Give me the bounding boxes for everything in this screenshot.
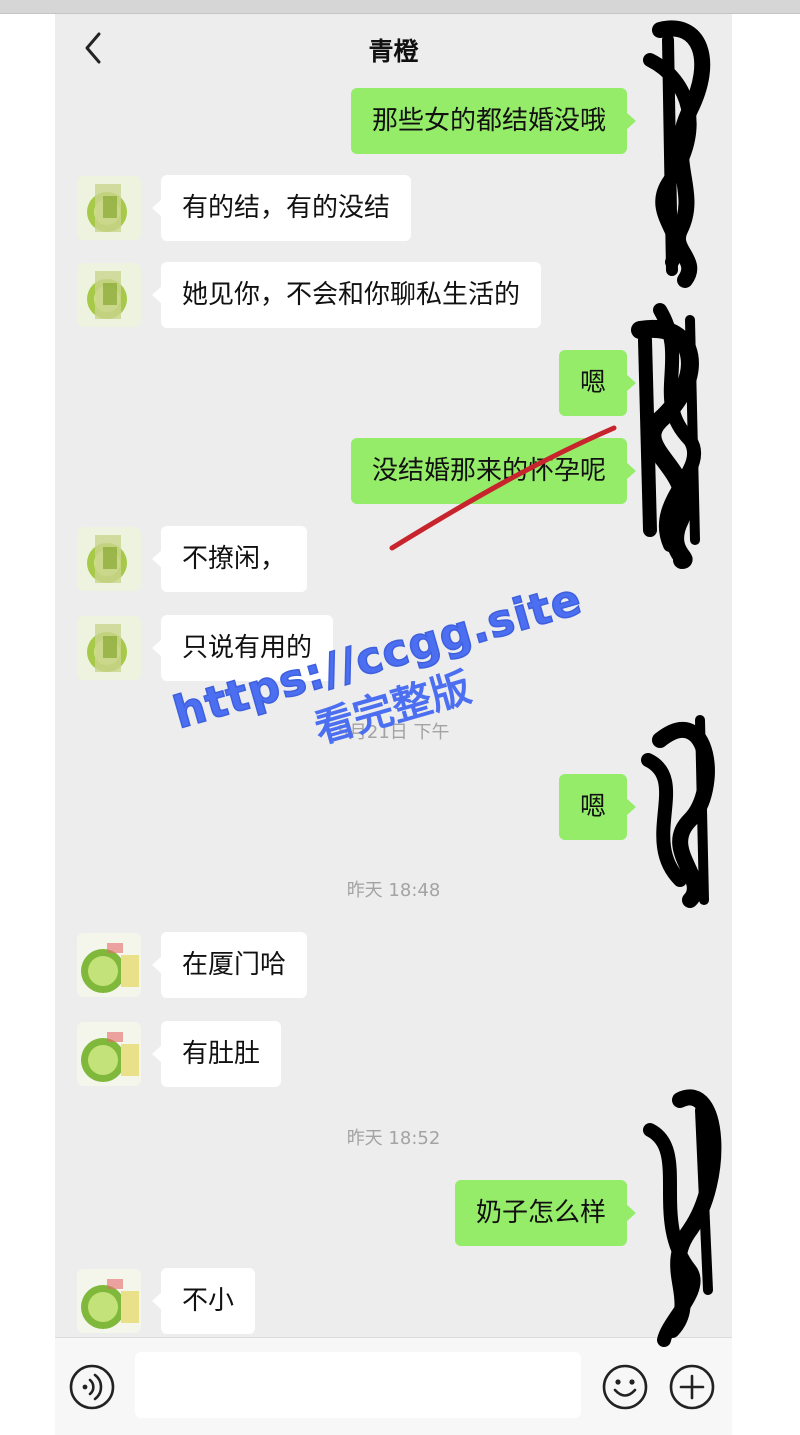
message-bubble-incoming[interactable]: 在厦门哈	[151, 932, 308, 998]
avatar[interactable]	[77, 1022, 141, 1086]
lime-avatar-icon	[77, 263, 141, 327]
message-bubble-incoming[interactable]: 她见你，不会和你聊私生活的	[151, 262, 542, 328]
lime-avatar-icon	[77, 1022, 141, 1086]
avatar[interactable]	[77, 263, 141, 327]
lime-avatar-icon	[77, 616, 141, 680]
lime-avatar-icon	[77, 527, 141, 591]
message-row: 她见你，不会和你聊私生活的	[55, 262, 732, 328]
message-bubble-outgoing[interactable]: 嗯	[558, 774, 637, 840]
lime-avatar-icon	[77, 176, 141, 240]
message-row: 嗯	[55, 774, 732, 840]
avatar[interactable]	[77, 527, 141, 591]
voice-button[interactable]	[68, 1363, 116, 1411]
message-bubble-outgoing[interactable]: 没结婚那来的怀孕呢	[350, 438, 637, 504]
message-input[interactable]	[135, 1352, 581, 1418]
avatar[interactable]	[77, 933, 141, 997]
message-row: 嗯	[55, 350, 732, 416]
message-row: 有肚肚	[55, 1021, 732, 1087]
message-row: 没结婚那来的怀孕呢	[55, 438, 732, 504]
plus-icon	[669, 1364, 715, 1410]
timestamp: 昨天 18:48	[346, 880, 441, 901]
message-bubble-outgoing[interactable]: 奶子怎么样	[454, 1180, 637, 1246]
message-bubble-outgoing[interactable]: 那些女的都结婚没哦	[350, 88, 637, 154]
lime-avatar-icon	[77, 933, 141, 997]
message-row: 在厦门哈	[55, 932, 732, 998]
right-margin	[732, 14, 800, 1435]
input-bar	[55, 1337, 732, 1435]
message-bubble-incoming[interactable]: 不撩闲，	[151, 526, 308, 592]
avatar[interactable]	[77, 176, 141, 240]
chat-title: 青橙	[368, 37, 419, 66]
message-row: 有的结，有的没结	[55, 175, 732, 241]
message-bubble-incoming[interactable]: 有的结，有的没结	[151, 175, 412, 241]
lime-avatar-icon	[77, 1269, 141, 1333]
message-bubble-incoming[interactable]: 有肚肚	[151, 1021, 282, 1087]
more-button[interactable]	[668, 1363, 716, 1411]
avatar[interactable]	[77, 616, 141, 680]
avatar[interactable]	[77, 1269, 141, 1333]
nav-bar: 青橙	[55, 14, 732, 82]
emoji-icon	[602, 1364, 648, 1410]
message-bubble-outgoing[interactable]: 嗯	[558, 350, 637, 416]
timestamp: 昨天 18:52	[346, 1128, 441, 1149]
message-row: 不撩闲，	[55, 526, 732, 592]
message-row: 不小	[55, 1268, 732, 1334]
message-bubble-incoming[interactable]: 不小	[151, 1268, 256, 1334]
voice-icon	[69, 1364, 115, 1410]
top-strip	[0, 0, 800, 14]
message-row: 奶子怎么样	[55, 1180, 732, 1246]
emoji-button[interactable]	[601, 1363, 649, 1411]
message-row: 那些女的都结婚没哦	[55, 88, 732, 154]
